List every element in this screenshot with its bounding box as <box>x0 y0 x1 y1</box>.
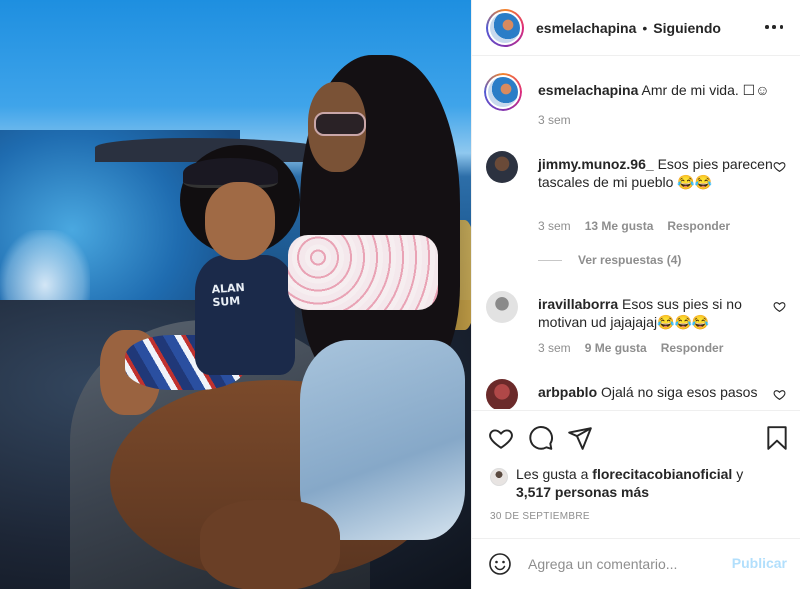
send-icon[interactable] <box>567 425 593 451</box>
kid-face <box>205 182 275 260</box>
post-header: esmelachapina • Siguiendo <box>472 0 800 56</box>
bookmark-icon[interactable] <box>764 425 790 451</box>
comment-time[interactable]: 3 sem <box>538 219 571 233</box>
post-photo[interactable]: ALAN SUM <box>0 0 471 589</box>
view-replies-label: Ver respuestas (4) <box>578 253 682 267</box>
post-actions: Les gusta a florecitacobianoficial y 3,5… <box>472 410 800 532</box>
likes-prefix: Les gusta a <box>516 466 589 482</box>
comment-icon[interactable] <box>528 425 554 451</box>
reply-button[interactable]: Responder <box>667 219 730 233</box>
comments-list[interactable]: esmelachapina Amr de mi vida. ☐☺ 3 sem j… <box>472 57 800 409</box>
comment-time[interactable]: 3 sem <box>538 341 571 355</box>
commenter-username[interactable]: iravillaborra <box>538 296 618 312</box>
liker-avatar[interactable] <box>490 468 508 486</box>
post-date[interactable]: 30 DE SEPTIEMBRE <box>490 511 590 522</box>
liker-username[interactable]: florecitacobianoficial <box>592 466 732 482</box>
commenter-username[interactable]: jimmy.munoz.96_ <box>538 156 654 172</box>
heart-icon[interactable] <box>488 425 514 451</box>
post-sidebar: esmelachapina • Siguiendo esmelachapina … <box>471 0 800 589</box>
caption-text: Amr de mi vida. ☐☺ <box>641 82 770 98</box>
commenter-avatar[interactable] <box>486 291 518 323</box>
comment-like-heart-icon[interactable] <box>773 160 786 173</box>
commenter-username[interactable]: arbpablo <box>538 384 597 400</box>
comment-text: Ojalá no siga esos pasos <box>601 384 758 400</box>
author-username[interactable]: esmelachapina <box>536 20 636 36</box>
likes-summary: Les gusta a florecitacobianoficial y 3,5… <box>490 465 780 501</box>
sunglasses <box>314 112 366 136</box>
woman-foot <box>200 500 340 589</box>
reply-button[interactable]: Responder <box>661 341 724 355</box>
commenter-avatar[interactable] <box>486 379 518 409</box>
author-avatar[interactable] <box>486 8 524 47</box>
comment-likes-count[interactable]: 9 Me gusta <box>585 341 647 355</box>
caption-username[interactable]: esmelachapina <box>538 82 638 98</box>
likes-joiner: y <box>736 466 744 482</box>
comment-likes-count[interactable]: 13 Me gusta <box>585 219 654 233</box>
header-separator: • <box>642 19 648 36</box>
caption-avatar[interactable] <box>484 73 522 111</box>
caption-time[interactable]: 3 sem <box>538 113 571 127</box>
publish-button[interactable]: Publicar <box>732 555 787 571</box>
following-button[interactable]: Siguiendo <box>653 20 721 36</box>
commenter-avatar[interactable] <box>486 151 518 183</box>
comment-composer: Publicar <box>472 538 800 589</box>
likes-others-count[interactable]: 3,517 personas más <box>516 484 649 500</box>
more-horizontal-icon[interactable] <box>765 18 783 36</box>
replies-line <box>538 259 562 261</box>
comment-like-heart-icon[interactable] <box>773 300 786 313</box>
emoji-icon[interactable] <box>488 552 512 576</box>
comment-like-heart-icon[interactable] <box>773 388 786 401</box>
view-replies-button[interactable]: Ver respuestas (4) <box>538 253 681 267</box>
comment-input[interactable] <box>528 551 728 577</box>
